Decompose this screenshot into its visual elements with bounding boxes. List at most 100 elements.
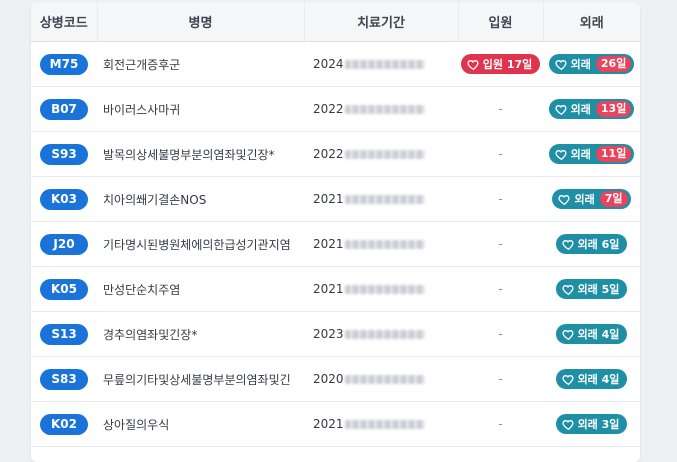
outpatient-days: 26일 [595, 56, 632, 72]
table-row[interactable]: B07 바이러스사마귀 2022 - 외래 13일 [31, 86, 640, 132]
disease-code-badge[interactable]: S83 [40, 368, 88, 390]
masked-period-dates [344, 150, 425, 159]
disease-name: 치아의쐐기결손NOS [97, 176, 304, 222]
masked-period-dates [344, 375, 425, 384]
header-name[interactable]: 병명 [97, 2, 305, 42]
inpatient-empty: - [498, 327, 503, 341]
outpatient-label: 외래 [577, 328, 598, 341]
outpatient-days: 7일 [599, 191, 628, 207]
heart-icon [561, 419, 574, 430]
disease-code-badge[interactable]: K02 [40, 413, 88, 435]
period-start-year: 2022 [313, 147, 344, 161]
period-start-year: 2023 [313, 327, 344, 341]
masked-period-dates [344, 60, 425, 69]
disease-history-table: 상병코드 병명 치료기간 입원 외래 M75 회전근개증후군 2024 입원 1… [31, 2, 640, 447]
masked-period-dates [344, 420, 425, 429]
disease-code-badge[interactable]: J20 [40, 233, 88, 255]
heart-icon [561, 329, 574, 340]
outpatient-pill[interactable]: 외래 13일 [548, 99, 635, 119]
disease-code-badge[interactable]: S13 [40, 323, 88, 345]
period-start-year: 2020 [313, 372, 344, 386]
inpatient-empty: - [498, 192, 503, 206]
disease-name: 바이러스사마귀 [97, 86, 304, 132]
disease-code-badge[interactable]: S93 [40, 143, 88, 165]
outpatient-label: 외래 [570, 148, 591, 161]
table-row[interactable]: S83 무릎의기타및상세불명부분의염좌및긴 2020 - 외래 4일 [31, 356, 640, 402]
disease-name: 회전근개증후군 [97, 41, 304, 87]
inpatient-empty: - [498, 237, 503, 251]
inpatient-cell: - [458, 401, 543, 447]
treatment-period: 2022 [304, 86, 458, 132]
outpatient-days: 11일 [595, 146, 632, 162]
outpatient-cell: 외래 11일 [543, 131, 640, 177]
table-row[interactable]: J20 기타명시된병원체에의한급성기관지염 2021 - 외래 6일 [31, 221, 640, 267]
outpatient-label: 외래 [577, 418, 598, 431]
inpatient-cell: - [458, 221, 543, 267]
period-start-year: 2022 [313, 102, 344, 116]
table-row[interactable]: K03 치아의쐐기결손NOS 2021 - 외래 7일 [31, 176, 640, 222]
outpatient-pill[interactable]: 외래 26일 [548, 54, 635, 74]
outpatient-label: 외래 [570, 58, 591, 71]
outpatient-pill[interactable]: 외래 6일 [555, 234, 628, 254]
treatment-period: 2022 [304, 131, 458, 177]
table-row[interactable]: M75 회전근개증후군 2024 입원 17일 외래 26일 [31, 41, 640, 87]
inpatient-empty: - [498, 417, 503, 431]
outpatient-label: 외래 [574, 193, 595, 206]
disease-name: 기타명시된병원체에의한급성기관지염 [97, 221, 304, 267]
outpatient-label: 외래 [577, 238, 598, 251]
header-outpatient[interactable]: 외래 [543, 2, 640, 42]
inpatient-pill[interactable]: 입원 17일 [460, 54, 541, 74]
outpatient-label: 외래 [577, 373, 598, 386]
treatment-period: 2021 [304, 176, 458, 222]
masked-period-dates [344, 195, 425, 204]
treatment-period: 2021 [304, 266, 458, 312]
inpatient-empty: - [498, 372, 503, 386]
table-row[interactable]: K02 상아질의우식 2021 - 외래 3일 [31, 401, 640, 447]
inpatient-cell: - [458, 266, 543, 312]
inpatient-cell: 입원 17일 [458, 41, 543, 87]
outpatient-pill[interactable]: 외래 5일 [555, 279, 628, 299]
period-start-year: 2021 [313, 282, 344, 296]
masked-period-dates [344, 240, 425, 249]
header-inpatient[interactable]: 입원 [458, 2, 544, 42]
outpatient-pill[interactable]: 외래 4일 [555, 369, 628, 389]
outpatient-cell: 외래 13일 [543, 86, 640, 132]
disease-code-badge[interactable]: M75 [40, 53, 88, 75]
disease-code-badge[interactable]: B07 [40, 98, 88, 120]
inpatient-cell: - [458, 311, 543, 357]
treatment-period: 2020 [304, 356, 458, 402]
disease-name: 경추의염좌및긴장* [97, 311, 304, 357]
outpatient-cell: 외래 3일 [543, 401, 640, 447]
treatment-period: 2021 [304, 401, 458, 447]
masked-period-dates [344, 105, 425, 114]
inpatient-cell: - [458, 86, 543, 132]
outpatient-pill[interactable]: 외래 7일 [552, 189, 631, 209]
disease-code-badge[interactable]: K05 [40, 278, 88, 300]
disease-name: 무릎의기타및상세불명부분의염좌및긴 [97, 356, 304, 402]
outpatient-pill[interactable]: 외래 11일 [548, 144, 635, 164]
heart-icon [555, 104, 567, 115]
outpatient-cell: 외래 5일 [543, 266, 640, 312]
outpatient-days: 6일 [601, 238, 620, 251]
disease-code-badge[interactable]: K03 [40, 188, 88, 210]
table-row[interactable]: K05 만성단순치주염 2021 - 외래 5일 [31, 266, 640, 312]
inpatient-cell: - [458, 176, 543, 222]
table-row[interactable]: S13 경추의염좌및긴장* 2023 - 외래 4일 [31, 311, 640, 357]
outpatient-pill[interactable]: 외래 4일 [555, 324, 628, 344]
heart-icon [555, 149, 567, 160]
outpatient-cell: 외래 6일 [543, 221, 640, 267]
disease-name: 발목의상세불명부분의염좌및긴장* [97, 131, 304, 177]
outpatient-label: 외래 [570, 103, 591, 116]
table-row[interactable]: S93 발목의상세불명부분의염좌및긴장* 2022 - 외래 11일 [31, 131, 640, 177]
period-start-year: 2024 [313, 57, 344, 71]
disease-name: 상아질의우식 [97, 401, 304, 447]
header-code[interactable]: 상병코드 [31, 2, 98, 42]
outpatient-pill[interactable]: 외래 3일 [555, 414, 628, 434]
masked-period-dates [344, 330, 425, 339]
inpatient-days: 17일 [506, 58, 533, 71]
inpatient-cell: - [458, 131, 543, 177]
inpatient-empty: - [498, 147, 503, 161]
heart-icon [555, 59, 567, 70]
header-period[interactable]: 치료기간 [304, 2, 459, 42]
outpatient-days: 5일 [601, 283, 620, 296]
